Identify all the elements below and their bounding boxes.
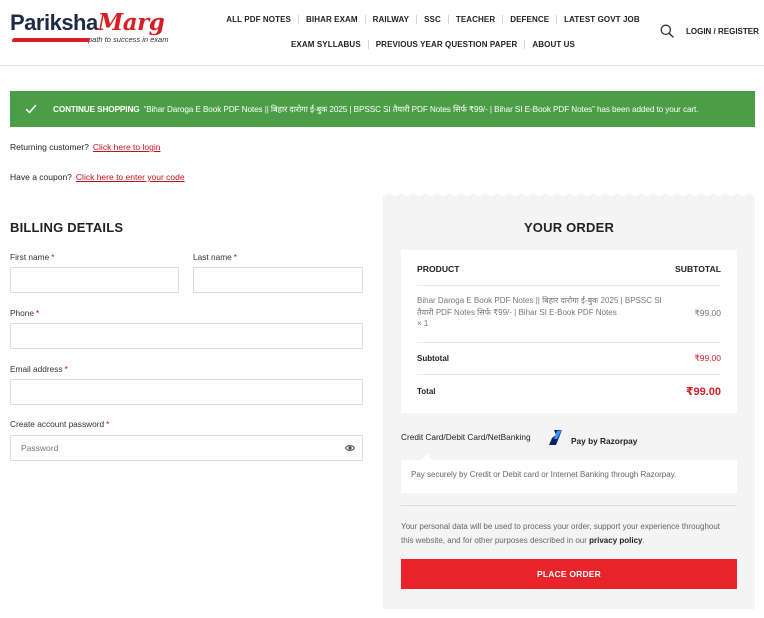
- logo-swoosh: [11, 38, 91, 42]
- total-label: Total: [417, 387, 436, 396]
- order-product-quantity: × 1: [417, 319, 429, 328]
- phone-label: Phone *: [10, 308, 40, 318]
- total-value: ₹99.00: [685, 386, 721, 398]
- divider: [417, 285, 721, 286]
- nav-item-all-pdf-notes[interactable]: ALL PDF NOTES: [219, 15, 298, 24]
- order-review-panel: YOUR ORDER PRODUCT SUBTOTAL Bihar Daroga…: [383, 193, 755, 609]
- notice-text: CONTINUE SHOPPING “Bihar Daroga E Book PD…: [53, 104, 699, 115]
- first-name-input[interactable]: [10, 267, 179, 293]
- nav-item-defence[interactable]: DEFENCE: [502, 14, 556, 24]
- nav-item-about-us[interactable]: ABOUT US: [524, 39, 582, 49]
- order-product-price: ₹99.00: [694, 308, 721, 318]
- your-order-title: YOUR ORDER: [523, 220, 615, 235]
- eye-icon[interactable]: [345, 443, 355, 453]
- order-table: PRODUCT SUBTOTAL Bihar Daroga E Book PDF…: [401, 250, 737, 413]
- nav-item-railway[interactable]: RAILWAY: [364, 14, 416, 24]
- email-label: Email address *: [10, 364, 68, 374]
- col-subtotal-header: SUBTOTAL: [675, 264, 721, 274]
- returning-customer-text: Returning customer?: [10, 142, 89, 152]
- order-product-name: Bihar Daroga E Book PDF Notes || बिहार द…: [417, 296, 662, 328]
- search-icon[interactable]: [660, 24, 674, 38]
- payment-method-razorpay[interactable]: Credit Card/Debit Card/NetBanking Pay by…: [401, 429, 737, 449]
- payment-description: Pay securely by Credit or Debit card or …: [411, 470, 677, 479]
- logo-text: ParikshaMarg: [10, 9, 165, 36]
- phone-input[interactable]: [10, 323, 363, 349]
- coupon-line: Have a coupon? Click here to enter your c…: [10, 172, 185, 182]
- last-name-input[interactable]: [193, 267, 363, 293]
- notice-message: “Bihar Daroga E Book PDF Notes || बिहार …: [143, 104, 699, 114]
- panel-top-edge: [383, 193, 755, 197]
- nav-item-latest-govt-job[interactable]: LATEST GOVT JOB: [556, 14, 647, 24]
- login-link[interactable]: Click here to login: [93, 142, 161, 152]
- email-input[interactable]: [10, 379, 363, 405]
- logo-tagline: path to success in exam: [88, 35, 169, 44]
- privacy-notice: Your personal data will be used to proce…: [401, 522, 721, 545]
- col-product-header: PRODUCT: [417, 264, 460, 274]
- last-name-label: Last name *: [193, 252, 237, 262]
- payment-description-box: Pay securely by Credit or Debit card or …: [401, 454, 737, 493]
- nav-row-2: EXAM SYLLABUS PREVIOUS YEAR QUESTION PAP…: [228, 35, 638, 53]
- privacy-policy-link[interactable]: privacy policy: [589, 536, 642, 545]
- subtotal-value: ₹99.00: [694, 353, 721, 363]
- site-logo[interactable]: ParikshaMarg path to success in exam: [10, 9, 170, 52]
- nav-row-1: ALL PDF NOTES BIHAR EXAM RAILWAY SSC TEA…: [226, 10, 640, 28]
- payment-method-label: Credit Card/Debit Card/NetBanking: [401, 432, 531, 442]
- place-order-button[interactable]: PLACE ORDER: [401, 559, 737, 589]
- password-input[interactable]: [10, 435, 363, 461]
- divider: [417, 374, 721, 375]
- continue-shopping-link[interactable]: CONTINUE SHOPPING: [53, 105, 140, 114]
- coupon-text: Have a coupon?: [10, 172, 72, 182]
- razorpay-label: Pay by Razorpay: [571, 436, 638, 446]
- first-name-label: First name *: [10, 252, 55, 262]
- divider: [417, 342, 721, 343]
- site-header: ParikshaMarg path to success in exam ALL…: [0, 0, 764, 66]
- divider: [401, 505, 737, 506]
- cart-added-notice: CONTINUE SHOPPING “Bihar Daroga E Book PD…: [10, 91, 755, 127]
- main-nav: ALL PDF NOTES BIHAR EXAM RAILWAY SSC TEA…: [226, 10, 640, 53]
- nav-item-bihar-exam[interactable]: BIHAR EXAM: [298, 14, 365, 24]
- login-register-link[interactable]: LOGIN / REGISTER: [686, 27, 759, 36]
- coupon-link[interactable]: Click here to enter your code: [76, 172, 185, 182]
- subtotal-label: Subtotal: [417, 354, 449, 363]
- password-label: Create account password *: [10, 419, 110, 429]
- billing-details-title: BILLING DETAILS: [10, 220, 124, 235]
- nav-item-previous-year-question-paper[interactable]: PREVIOUS YEAR QUESTION PAPER: [367, 39, 525, 49]
- nav-item-exam-syllabus[interactable]: EXAM SYLLABUS: [284, 40, 368, 49]
- razorpay-logo-icon: [549, 430, 562, 445]
- nav-item-teacher[interactable]: TEACHER: [447, 14, 502, 24]
- check-icon: [25, 104, 37, 114]
- nav-item-ssc[interactable]: SSC: [416, 14, 448, 24]
- returning-customer-line: Returning customer? Click here to login: [10, 142, 160, 152]
